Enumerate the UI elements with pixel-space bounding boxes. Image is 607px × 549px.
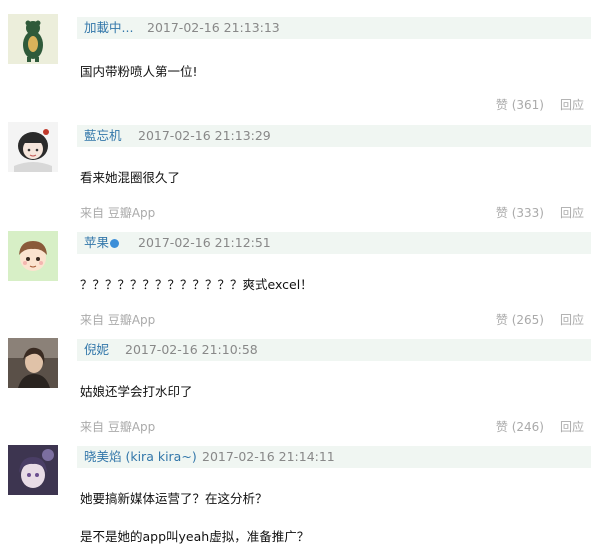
avatar[interactable] — [8, 231, 58, 281]
comment-item: 加載中... 2017-02-16 21:13:13 国内带粉喷人第一位! 赞 … — [0, 0, 607, 112]
apple-icon — [110, 239, 120, 248]
comment-text: ？？？？？？？？？？？？？爽式excel！ — [80, 277, 313, 292]
comment-time: 2017-02-16 21:12:51 — [138, 235, 271, 250]
avatar[interactable] — [8, 445, 58, 495]
comment-text: 看来她混圈很久了 — [80, 170, 181, 185]
avatar[interactable] — [8, 122, 58, 172]
author-name[interactable]: 苹果 — [84, 235, 109, 250]
comment-text: 是不是她的app叫yeah虚拟，准备推广？ — [80, 529, 310, 544]
comment-time: 2017-02-16 21:14:11 — [202, 449, 335, 464]
avatar-girl-image — [8, 122, 58, 172]
author-link[interactable]: 倪妮 — [84, 339, 109, 361]
author-link[interactable]: 藍忘机 — [84, 125, 122, 147]
comment-text: 国内带粉喷人第一位! — [80, 64, 198, 79]
comment-time: 2017-02-16 21:10:58 — [125, 342, 258, 357]
comment-header: 晓美焰 (kira kira~) 2017-02-16 21:14:11 — [77, 446, 591, 468]
comment-text: 她要搞新媒体运营了？在这分析？ — [80, 491, 268, 506]
comment-time: 2017-02-16 21:13:29 — [138, 128, 271, 143]
comment-item: 晓美焰 (kira kira~) 2017-02-16 21:14:11 她要搞… — [0, 431, 607, 549]
avatar[interactable] — [8, 338, 58, 388]
avatar-bear-image — [8, 14, 58, 64]
comment-item: 倪妮 2017-02-16 21:10:58 姑娘还学会打水印了 来自 豆瓣Ap… — [0, 324, 607, 434]
avatar-anime-image — [8, 445, 58, 495]
comment-header: 藍忘机 2017-02-16 21:13:29 — [77, 125, 591, 147]
avatar-boy-image — [8, 231, 58, 281]
author-link[interactable]: 晓美焰 (kira kira~) — [84, 446, 197, 468]
avatar[interactable] — [8, 14, 58, 64]
avatar-woman-photo — [8, 338, 58, 388]
comment-time: 2017-02-16 21:13:13 — [147, 20, 280, 35]
comment-header: 倪妮 2017-02-16 21:10:58 — [77, 339, 591, 361]
comment-text: 姑娘还学会打水印了 — [80, 384, 193, 399]
author-link[interactable]: 苹果 — [84, 232, 120, 254]
comment-item: 苹果 2017-02-16 21:12:51 ？？？？？？？？？？？？？爽式ex… — [0, 217, 607, 327]
comment-header: 加載中... 2017-02-16 21:13:13 — [77, 17, 591, 39]
comment-header: 苹果 2017-02-16 21:12:51 — [77, 232, 591, 254]
author-link[interactable]: 加載中... — [84, 17, 133, 39]
comment-item: 藍忘机 2017-02-16 21:13:29 看来她混圈很久了 来自 豆瓣Ap… — [0, 110, 607, 220]
